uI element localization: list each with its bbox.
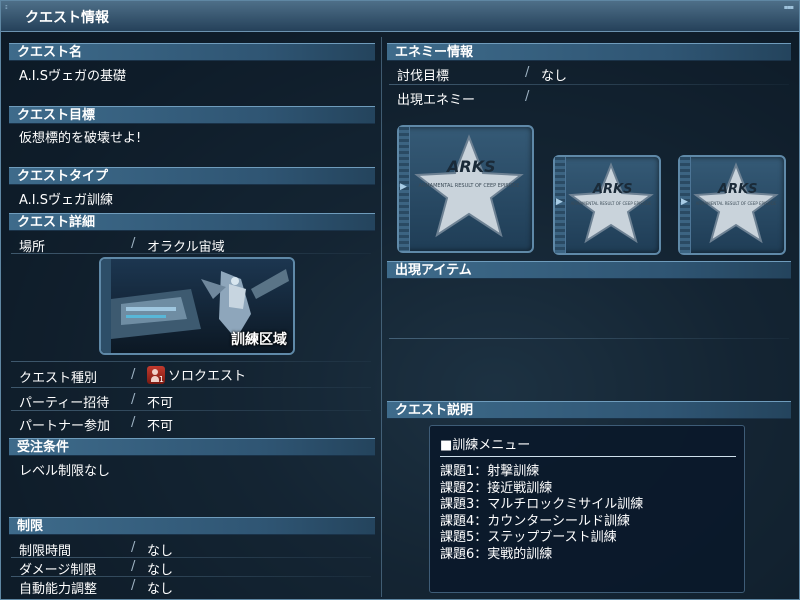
quest-category-value: 1 ソロクエスト (147, 365, 246, 384)
quest-goal-header: クエスト目標 (9, 106, 375, 124)
description-line: 課題5：ステップブースト訓練 (440, 530, 617, 545)
separator: / (131, 236, 136, 251)
area-image: 訓練区域 (99, 257, 295, 355)
quest-goal-value: 仮想標的を破壊せよ! (19, 131, 142, 146)
enemy-logo-subtext: ARMAMENTAL RESULT OF CEEP EPISODE (696, 201, 777, 206)
row-divider (389, 338, 789, 339)
column-divider (381, 37, 382, 597)
enemy-card[interactable]: ▶ ARKS ARMAMENTAL RESULT OF CEEP EPISODE (678, 155, 786, 255)
description-line: 課題4：カウンターシールド訓練 (440, 513, 631, 529)
row-divider (11, 576, 371, 577)
limits-header: 制限 (9, 517, 375, 535)
description-underline (440, 456, 736, 457)
star-emblem-icon: ARKS ARMAMENTAL RESULT OF CEEP EPISODE (568, 162, 654, 244)
quest-type-header: クエストタイプ (9, 167, 375, 185)
separator: / (131, 578, 136, 593)
quest-category-text: ソロクエスト (168, 369, 247, 384)
enemy-card[interactable]: ▶ ARKS ARMAMENTAL RESULT OF CEEP EPISODE (553, 155, 661, 255)
party-invite-label: パーティー招待 (19, 396, 110, 411)
enemy-logo-text: ARKS (445, 157, 496, 176)
requirements-value: レベル制限なし (19, 464, 111, 479)
separator: / (131, 559, 136, 574)
enemy-card[interactable]: ▶ ARKS ARMAMENTAL RESULT OF CEEP EPISODE (397, 125, 534, 253)
row-divider (11, 410, 371, 411)
row-divider (11, 361, 371, 362)
star-emblem-icon: ARKS ARMAMENTAL RESULT OF CEEP EPISODE (693, 162, 779, 244)
corner-ornament-icon: ⁝⁝ (5, 4, 8, 11)
enemy-logo-text: ARKS (592, 182, 633, 197)
description-line: 課題6：実戦的訓練 (440, 546, 553, 562)
row-divider (11, 387, 371, 388)
auto-level-adjust-label: 自動能力調整 (19, 582, 98, 597)
items-header: 出現アイテム (387, 261, 791, 279)
enemy-logo-text: ARKS (717, 182, 758, 197)
requirements-header: 受注条件 (9, 438, 375, 456)
enemy-logo-subtext: ARMAMENTAL RESULT OF CEEP EPISODE (418, 183, 519, 189)
star-emblem-icon: ARKS ARMAMENTAL RESULT OF CEEP EPISODE (414, 134, 524, 238)
description-line: 課題3：マルチロックミサイル訓練 (440, 497, 644, 512)
row-divider (11, 557, 371, 558)
description-line: 課題1：射撃訓練 (440, 464, 540, 479)
separator: / (131, 415, 136, 430)
description-line: 課題2：接近戦訓練 (440, 480, 553, 496)
description-title: ■訓練メニュー (440, 438, 531, 453)
partner-join-label: パートナー参加 (19, 419, 111, 434)
row-divider (389, 84, 789, 85)
enemy-logo-subtext: ARMAMENTAL RESULT OF CEEP EPISODE (571, 201, 652, 206)
target-value: なし (541, 69, 568, 84)
corner-ornament-icon: ▪▪▪ (783, 4, 794, 11)
quest-info-window: ⁝⁝ クエスト情報 ▪▪▪ クエスト名 A.I.Sヴェガの基礎 クエスト目標 仮… (0, 0, 800, 600)
auto-level-adjust-value: なし (147, 582, 174, 597)
window-title: クエスト情報 (25, 10, 109, 26)
description-lines: 課題1：射撃訓練 課題2：接近戦訓練 課題3：マルチロックミサイル訓練 課題4：… (440, 464, 643, 563)
quest-name-header: クエスト名 (9, 43, 375, 61)
separator: / (525, 65, 530, 80)
quest-category-label: クエスト種別 (19, 371, 98, 386)
separator: / (131, 392, 136, 407)
enemy-info-header: エネミー情報 (387, 43, 791, 61)
solo-quest-icon: 1 (147, 366, 165, 384)
party-invite-value: 不可 (147, 396, 174, 411)
quest-name-value: A.I.Sヴェガの基礎 (19, 69, 127, 84)
title-bar: ⁝⁝ クエスト情報 ▪▪▪ (1, 1, 799, 32)
row-divider (11, 253, 371, 254)
separator: / (131, 540, 136, 555)
target-label: 討伐目標 (397, 69, 450, 84)
separator: / (525, 89, 530, 104)
area-image-label: 訓練区域 (231, 332, 287, 348)
description-box: ■訓練メニュー 課題1：射撃訓練 課題2：接近戦訓練 課題3：マルチロックミサイ… (429, 425, 745, 593)
partner-join-value: 不可 (147, 419, 174, 434)
separator: / (131, 367, 136, 382)
description-header: クエスト説明 (387, 401, 791, 419)
quest-detail-header: クエスト詳細 (9, 213, 375, 231)
quest-type-value: A.I.Sヴェガ訓練 (19, 193, 114, 208)
appear-enemy-label: 出現エネミー (397, 93, 476, 108)
